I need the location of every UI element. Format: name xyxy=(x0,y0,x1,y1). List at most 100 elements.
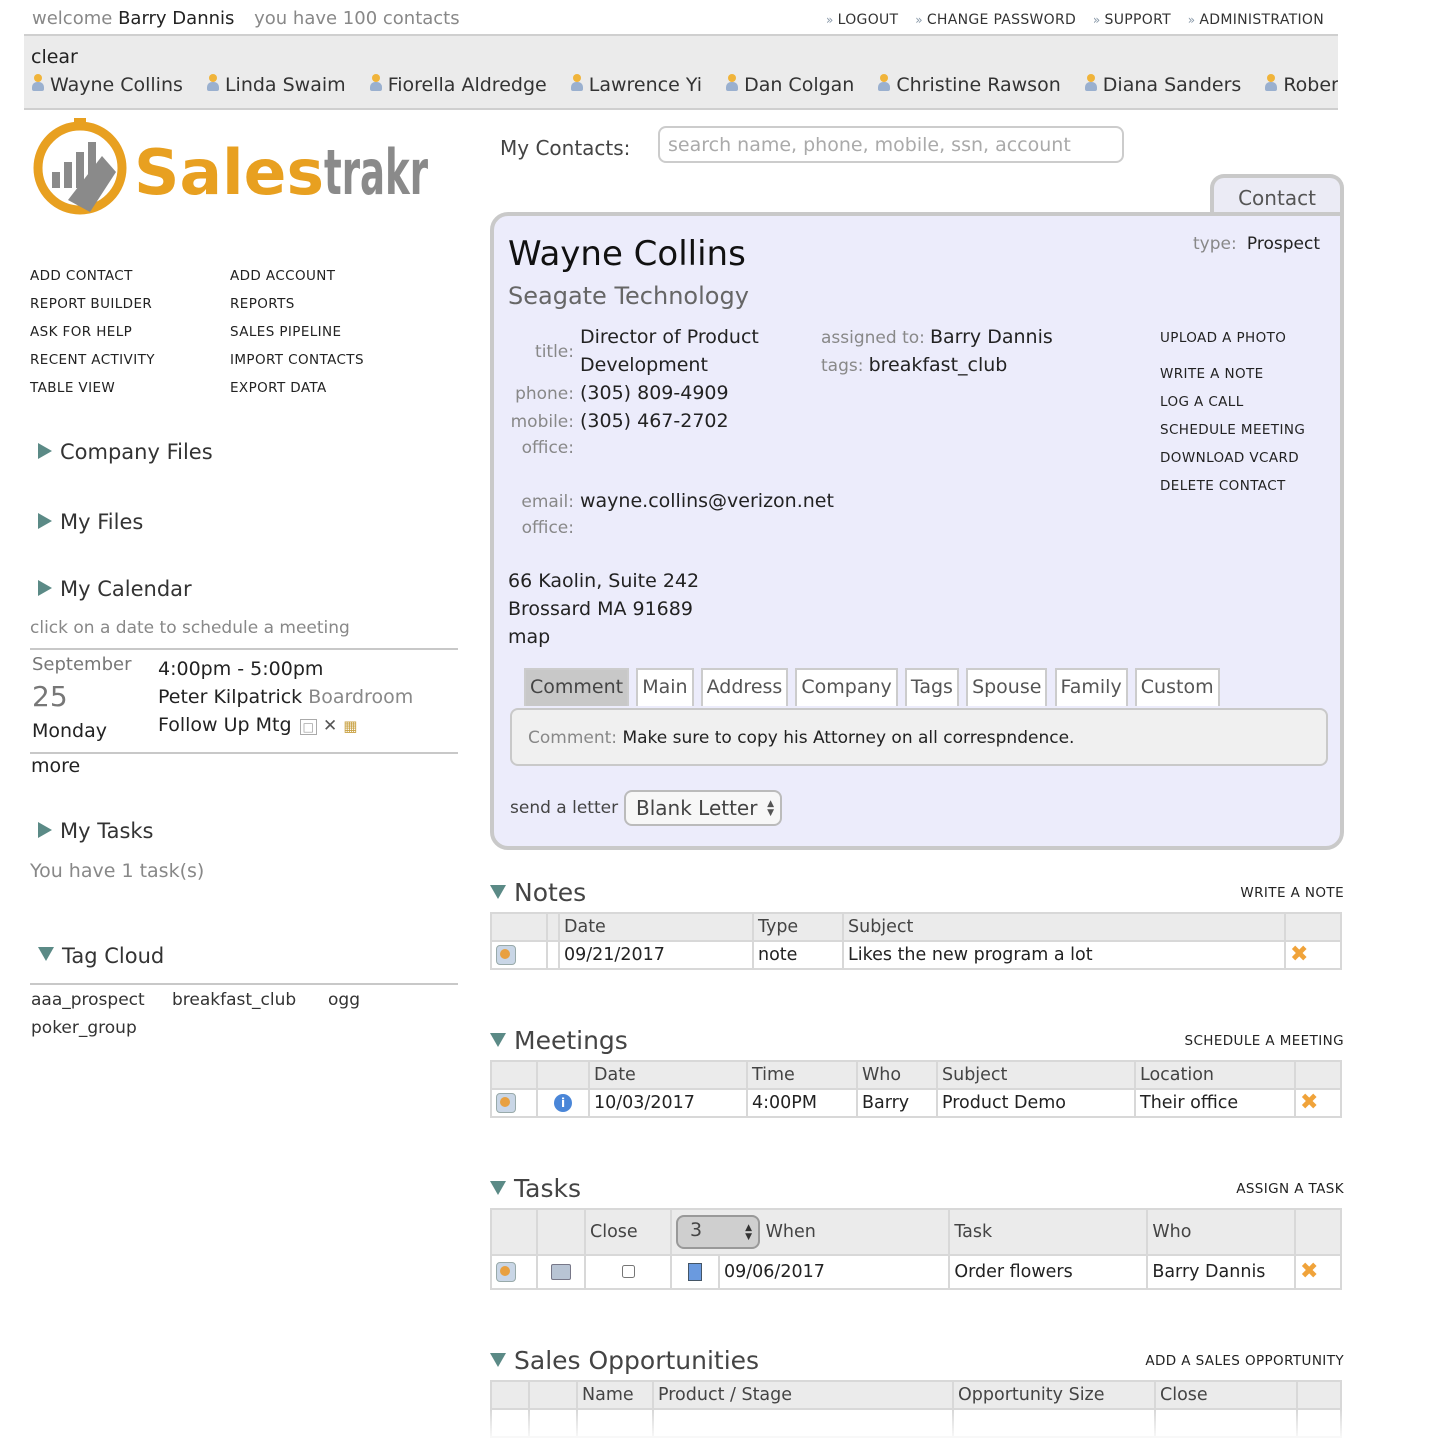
add-opportunity-action[interactable]: ADD A SALES OPPORTUNITY xyxy=(1145,1353,1344,1369)
calendar-day[interactable]: 25 xyxy=(32,680,68,713)
add-account-link[interactable]: ADD ACCOUNT xyxy=(230,268,364,296)
tab-comment[interactable]: Comment xyxy=(524,668,630,706)
column-header[interactable]: Subject xyxy=(842,912,1286,942)
download-vcard-link[interactable]: DOWNLOAD VCARD xyxy=(1160,450,1305,478)
logo-mark-icon: Sales trakr xyxy=(33,118,428,215)
tab-address[interactable]: Address xyxy=(700,668,789,706)
meetings-toggle[interactable]: Meetings xyxy=(490,1026,628,1055)
letter-template-select[interactable]: Blank Letter ▲ ▼ xyxy=(624,790,782,826)
print-icon[interactable] xyxy=(551,1264,571,1280)
add-contact-link[interactable]: ADD CONTACT xyxy=(30,268,155,296)
calendar-icon[interactable]: ▦ xyxy=(343,717,357,735)
clear-recent-link[interactable]: clear xyxy=(31,46,78,68)
tasks-toggle[interactable]: Tasks xyxy=(490,1174,581,1203)
calendar-more-link[interactable]: more xyxy=(31,755,80,777)
import-contacts-link[interactable]: IMPORT CONTACTS xyxy=(230,352,364,380)
recent-activity-link[interactable]: RECENT ACTIVITY xyxy=(30,352,155,380)
contact-phone[interactable]: (305) 809-4909 xyxy=(580,382,729,404)
my-calendar-toggle[interactable]: My Calendar xyxy=(38,577,192,601)
my-files-toggle[interactable]: My Files xyxy=(38,510,143,534)
edit-event-icon[interactable]: □ xyxy=(299,719,317,735)
recent-contact[interactable]: Robert xyxy=(1265,74,1338,96)
tag-poker-group[interactable]: poker_group xyxy=(31,1018,137,1038)
recent-contact[interactable]: Diana Sanders xyxy=(1084,74,1241,96)
contact-company[interactable]: Seagate Technology xyxy=(508,282,749,310)
column-header[interactable]: Who xyxy=(1146,1208,1296,1256)
column-header[interactable]: Location xyxy=(1134,1060,1296,1090)
tab-main[interactable]: Main xyxy=(636,668,694,706)
delete-event-icon[interactable]: ✕ xyxy=(323,716,337,736)
upload-photo-link[interactable]: UPLOAD A PHOTO xyxy=(1160,330,1305,366)
delete-contact-link[interactable]: DELETE CONTACT xyxy=(1160,478,1305,506)
column-header[interactable]: When xyxy=(766,1222,816,1242)
tab-custom[interactable]: Custom xyxy=(1134,668,1220,706)
assign-task-action[interactable]: ASSIGN A TASK xyxy=(1236,1181,1344,1197)
tab-family[interactable]: Family xyxy=(1054,668,1128,706)
report-builder-link[interactable]: REPORT BUILDER xyxy=(30,296,155,324)
contact-detail-tabs: Comment Main Address Company Tags Spouse… xyxy=(524,668,1222,706)
tasks-count[interactable]: You have 1 task(s) xyxy=(30,860,204,882)
recent-contact[interactable]: Wayne Collins xyxy=(32,74,183,96)
tag-ogg[interactable]: ogg xyxy=(328,990,360,1010)
reports-link[interactable]: REPORTS xyxy=(230,296,364,324)
recent-contact[interactable]: Linda Swaim xyxy=(206,74,346,96)
view-task-icon[interactable] xyxy=(496,1262,516,1282)
column-header[interactable]: Who xyxy=(856,1060,938,1090)
write-note-link[interactable]: WRITE A NOTE xyxy=(1160,366,1305,394)
column-header[interactable]: Close xyxy=(584,1208,672,1256)
export-data-link[interactable]: EXPORT DATA xyxy=(230,380,364,408)
view-meeting-icon[interactable] xyxy=(496,1093,516,1113)
recent-contact[interactable]: Fiorella Aldredge xyxy=(369,74,547,96)
notes-toggle[interactable]: Notes xyxy=(490,878,586,907)
change-password-link[interactable]: CHANGE PASSWORD xyxy=(927,12,1076,28)
view-note-icon[interactable] xyxy=(496,945,516,965)
log-call-link[interactable]: LOG A CALL xyxy=(1160,394,1305,422)
column-header[interactable]: Task xyxy=(948,1208,1149,1256)
column-header[interactable]: Product / Stage xyxy=(652,1380,954,1410)
task-count-stepper[interactable]: 3 ▲ ▼ xyxy=(676,1215,760,1249)
recent-contact[interactable]: Lawrence Yi xyxy=(570,74,702,96)
tag-aaa-prospect[interactable]: aaa_prospect xyxy=(31,990,145,1010)
recent-contact[interactable]: Dan Colgan xyxy=(726,74,854,96)
salestrakr-logo[interactable]: Sales trakr xyxy=(30,116,440,226)
schedule-meeting-action[interactable]: SCHEDULE A MEETING xyxy=(1184,1033,1344,1049)
support-link[interactable]: SUPPORT xyxy=(1105,12,1171,28)
sales-pipeline-link[interactable]: SALES PIPELINE xyxy=(230,324,364,352)
column-header[interactable]: Type xyxy=(752,912,844,942)
logout-link[interactable]: LOGOUT xyxy=(838,12,899,28)
column-header[interactable]: Date xyxy=(588,1060,748,1090)
column-header[interactable]: Time xyxy=(746,1060,858,1090)
schedule-meeting-link[interactable]: SCHEDULE MEETING xyxy=(1160,422,1305,450)
column-header[interactable]: Name xyxy=(576,1380,654,1410)
my-tasks-toggle[interactable]: My Tasks xyxy=(38,819,154,843)
delete-note-icon[interactable]: ✖ xyxy=(1290,944,1308,966)
close-task-checkbox[interactable] xyxy=(622,1264,635,1278)
recent-contact[interactable]: Christine Rawson xyxy=(878,74,1061,96)
company-files-toggle[interactable]: Company Files xyxy=(38,440,213,464)
map-link[interactable]: map xyxy=(508,626,550,648)
contact-email[interactable]: wayne.collins@verizon.net xyxy=(580,490,834,512)
column-header[interactable]: Date xyxy=(558,912,754,942)
delete-meeting-icon[interactable]: ✖ xyxy=(1300,1092,1318,1114)
opportunities-toggle[interactable]: Sales Opportunities xyxy=(490,1346,759,1375)
column-header[interactable]: Subject xyxy=(936,1060,1136,1090)
contact-search-input[interactable] xyxy=(658,126,1124,163)
event-attendee[interactable]: Peter Kilpatrick Boardroom xyxy=(158,686,413,708)
column-header[interactable]: Opportunity Size xyxy=(952,1380,1156,1410)
contact-mobile[interactable]: (305) 467-2702 xyxy=(580,410,729,432)
column-header[interactable]: Close xyxy=(1154,1380,1298,1410)
administration-link[interactable]: ADMINISTRATION xyxy=(1199,12,1324,28)
info-icon[interactable]: i xyxy=(554,1094,572,1112)
tag-cloud-toggle[interactable]: Tag Cloud xyxy=(38,944,164,968)
tab-company[interactable]: Company xyxy=(795,668,898,706)
calendar-event[interactable]: Follow Up Mtg □ ✕ ▦ xyxy=(158,714,357,736)
tab-spouse[interactable]: Spouse xyxy=(966,668,1048,706)
calendar-month[interactable]: September xyxy=(32,654,132,675)
write-note-action[interactable]: WRITE A NOTE xyxy=(1240,885,1344,901)
tab-tags[interactable]: Tags xyxy=(904,668,959,706)
delete-task-icon[interactable]: ✖ xyxy=(1300,1261,1318,1283)
tag-breakfast-club[interactable]: breakfast_club xyxy=(172,990,296,1010)
table-view-link[interactable]: TABLE VIEW xyxy=(30,380,155,408)
ask-for-help-link[interactable]: ASK FOR HELP xyxy=(30,324,155,352)
menu-column-left: ADD CONTACT REPORT BUILDER ASK FOR HELP … xyxy=(30,268,155,408)
